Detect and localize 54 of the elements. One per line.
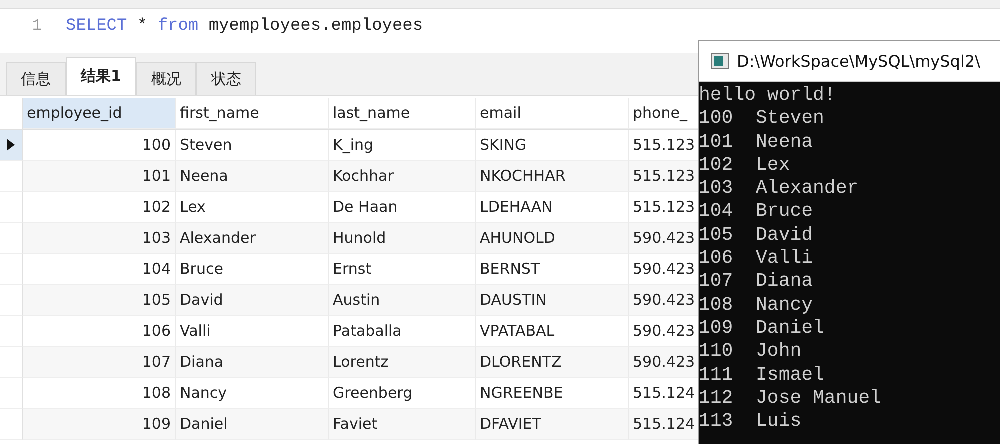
code-line: SELECT * from myemployees.employees [66,16,424,36]
console-output-line: 101 Neena [699,130,814,154]
table-cell: 590.423 [629,223,699,254]
console-output-line: 100 Steven [699,107,826,131]
table-cell: Lorentz [329,347,476,378]
table-cell: DLORENTZ [476,347,629,378]
console-title: D:\WorkSpace\MySQL\mySql2\ [737,52,980,70]
table-cell: Hunold [329,223,476,254]
console-app-icon [711,53,729,69]
current-row-arrow-icon [7,139,15,151]
console-output-line: 105 David [699,224,814,248]
table-cell: 105 [23,285,176,316]
console-output-line: 104 Bruce [699,200,814,224]
table-cell: 515.123 [629,161,699,192]
table-cell: Diana [176,347,329,378]
console-output-line: 107 Diana [699,270,814,294]
line-number: 1 [31,17,43,35]
console-output-line: 112 Jose Manuel [699,386,882,410]
console-output-line: 108 Nancy [699,294,814,317]
result-tab[interactable]: 信息 [6,62,66,95]
result-tab[interactable]: 结果1 [66,57,136,95]
table-cell: NKOCHHAR [476,161,629,192]
console-output-line: hello world! [699,84,837,108]
result-tab[interactable]: 概况 [136,62,196,95]
column-header[interactable]: employee_id [23,98,176,129]
table-cell: Neena [176,161,329,192]
column-header[interactable]: last_name [329,98,476,129]
table-cell: Faviet [329,409,476,440]
column-header[interactable]: email [476,98,629,129]
table-cell: 590.423 [629,285,699,316]
console-output-line: 109 Daniel [699,316,826,340]
result-tab[interactable]: 状态 [196,62,256,95]
table-cell: DFAVIET [476,409,629,440]
console-output-line: 111 Ismael [699,364,826,387]
console-output-line: 102 Lex [699,154,792,178]
table-cell: 107 [23,347,176,378]
table-cell: Daniel [176,409,329,440]
table-cell: 109 [23,409,176,440]
console-output-line: 110 John [699,340,803,364]
table-cell: 590.423 [629,347,699,378]
table-cell: Austin [329,285,476,316]
console-output-line: 106 Valli [699,247,814,270]
table-cell: Alexander [176,223,329,254]
row-indicator[interactable] [0,130,23,161]
table-cell: 101 [23,161,176,192]
table-cell: 515.124 [629,409,699,440]
column-header[interactable]: first_name [176,98,329,129]
table-cell: AHUNOLD [476,223,629,254]
console-output-line: 113 Luis [699,410,803,434]
table-cell: DAUSTIN [476,285,629,316]
table-cell: Kochhar [329,161,476,192]
table-cell: 103 [23,223,176,254]
console-output-line: 103 Alexander [699,177,860,200]
table-cell: David [176,285,329,316]
